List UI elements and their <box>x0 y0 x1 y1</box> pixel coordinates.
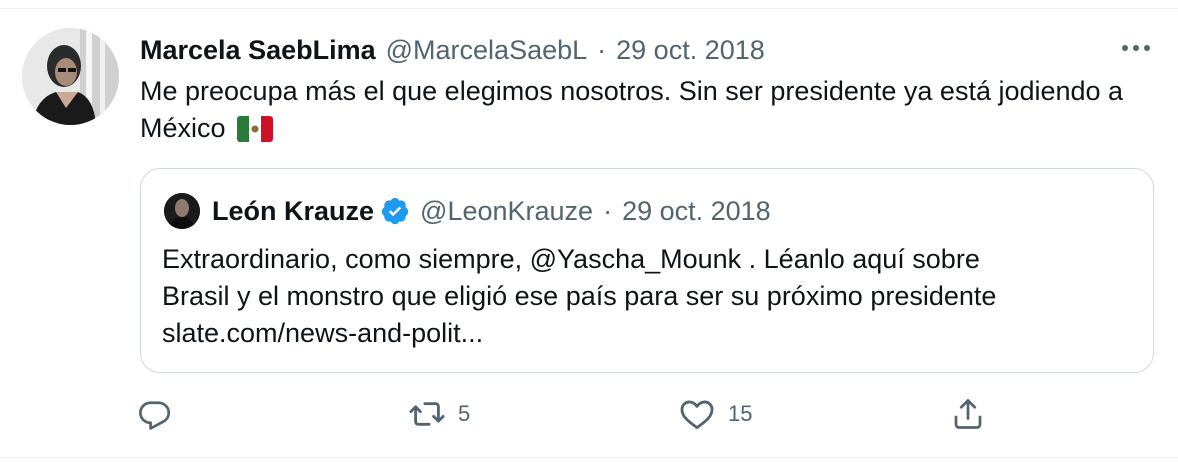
quoted-header-separator: · <box>603 195 613 226</box>
quoted-tweet-header: León Krauze @LeonKrauze · 29 oct. 2018 <box>164 191 771 231</box>
tweet-text-container: Me preocupa más el que elegimos nosotros… <box>140 73 1130 152</box>
quoted-author-handle: @LeonKrauze <box>420 195 594 226</box>
quoted-author-name: León Krauze <box>212 195 375 226</box>
more-dots-icon <box>1122 45 1150 51</box>
retweet-button[interactable]: 5 <box>408 393 470 435</box>
more-options-button[interactable] <box>1118 36 1154 60</box>
author-name[interactable]: Marcela SaebLima <box>140 30 376 70</box>
quoted-text-line: Extraordinario, como siempre, @Yascha_Mo… <box>162 244 980 274</box>
share-button[interactable] <box>950 393 986 435</box>
quoted-text-line: Brasil y el monstro que eligió ese país … <box>162 281 997 311</box>
bottom-divider <box>0 457 1178 458</box>
quoted-text-line: slate.com/news-and-polit... <box>162 318 484 348</box>
mexico-flag-icon <box>237 115 274 152</box>
share-icon <box>954 399 982 429</box>
top-divider <box>0 8 1178 9</box>
like-button[interactable]: 15 <box>678 393 752 435</box>
retweet-icon <box>409 402 445 426</box>
quoted-tweet-text: Extraordinario, como siempre, @Yascha_Mo… <box>162 241 1142 352</box>
verified-badge-icon <box>380 196 410 226</box>
author-handle[interactable]: @MarcelaSaebL <box>386 30 588 70</box>
tweet-text: Me preocupa más el que elegimos nosotros… <box>140 76 1124 143</box>
quoted-author-avatar <box>164 193 200 229</box>
heart-icon <box>680 400 714 430</box>
tweet-action-bar: 5 15 <box>138 393 1038 435</box>
retweet-count: 5 <box>458 401 471 426</box>
tweet-date[interactable]: 29 oct. 2018 <box>616 30 765 70</box>
reply-icon <box>139 401 171 430</box>
reply-button[interactable] <box>138 393 186 435</box>
quoted-tweet-card[interactable]: León Krauze @LeonKrauze · 29 oct. 2018 E… <box>140 168 1154 373</box>
author-avatar[interactable] <box>22 28 119 125</box>
quoted-tweet-date: 29 oct. 2018 <box>622 195 771 226</box>
like-count: 15 <box>728 401 753 426</box>
header-separator: · <box>597 35 607 65</box>
tweet-header: Marcela SaebLima @MarcelaSaebL · 29 oct.… <box>140 30 1088 70</box>
